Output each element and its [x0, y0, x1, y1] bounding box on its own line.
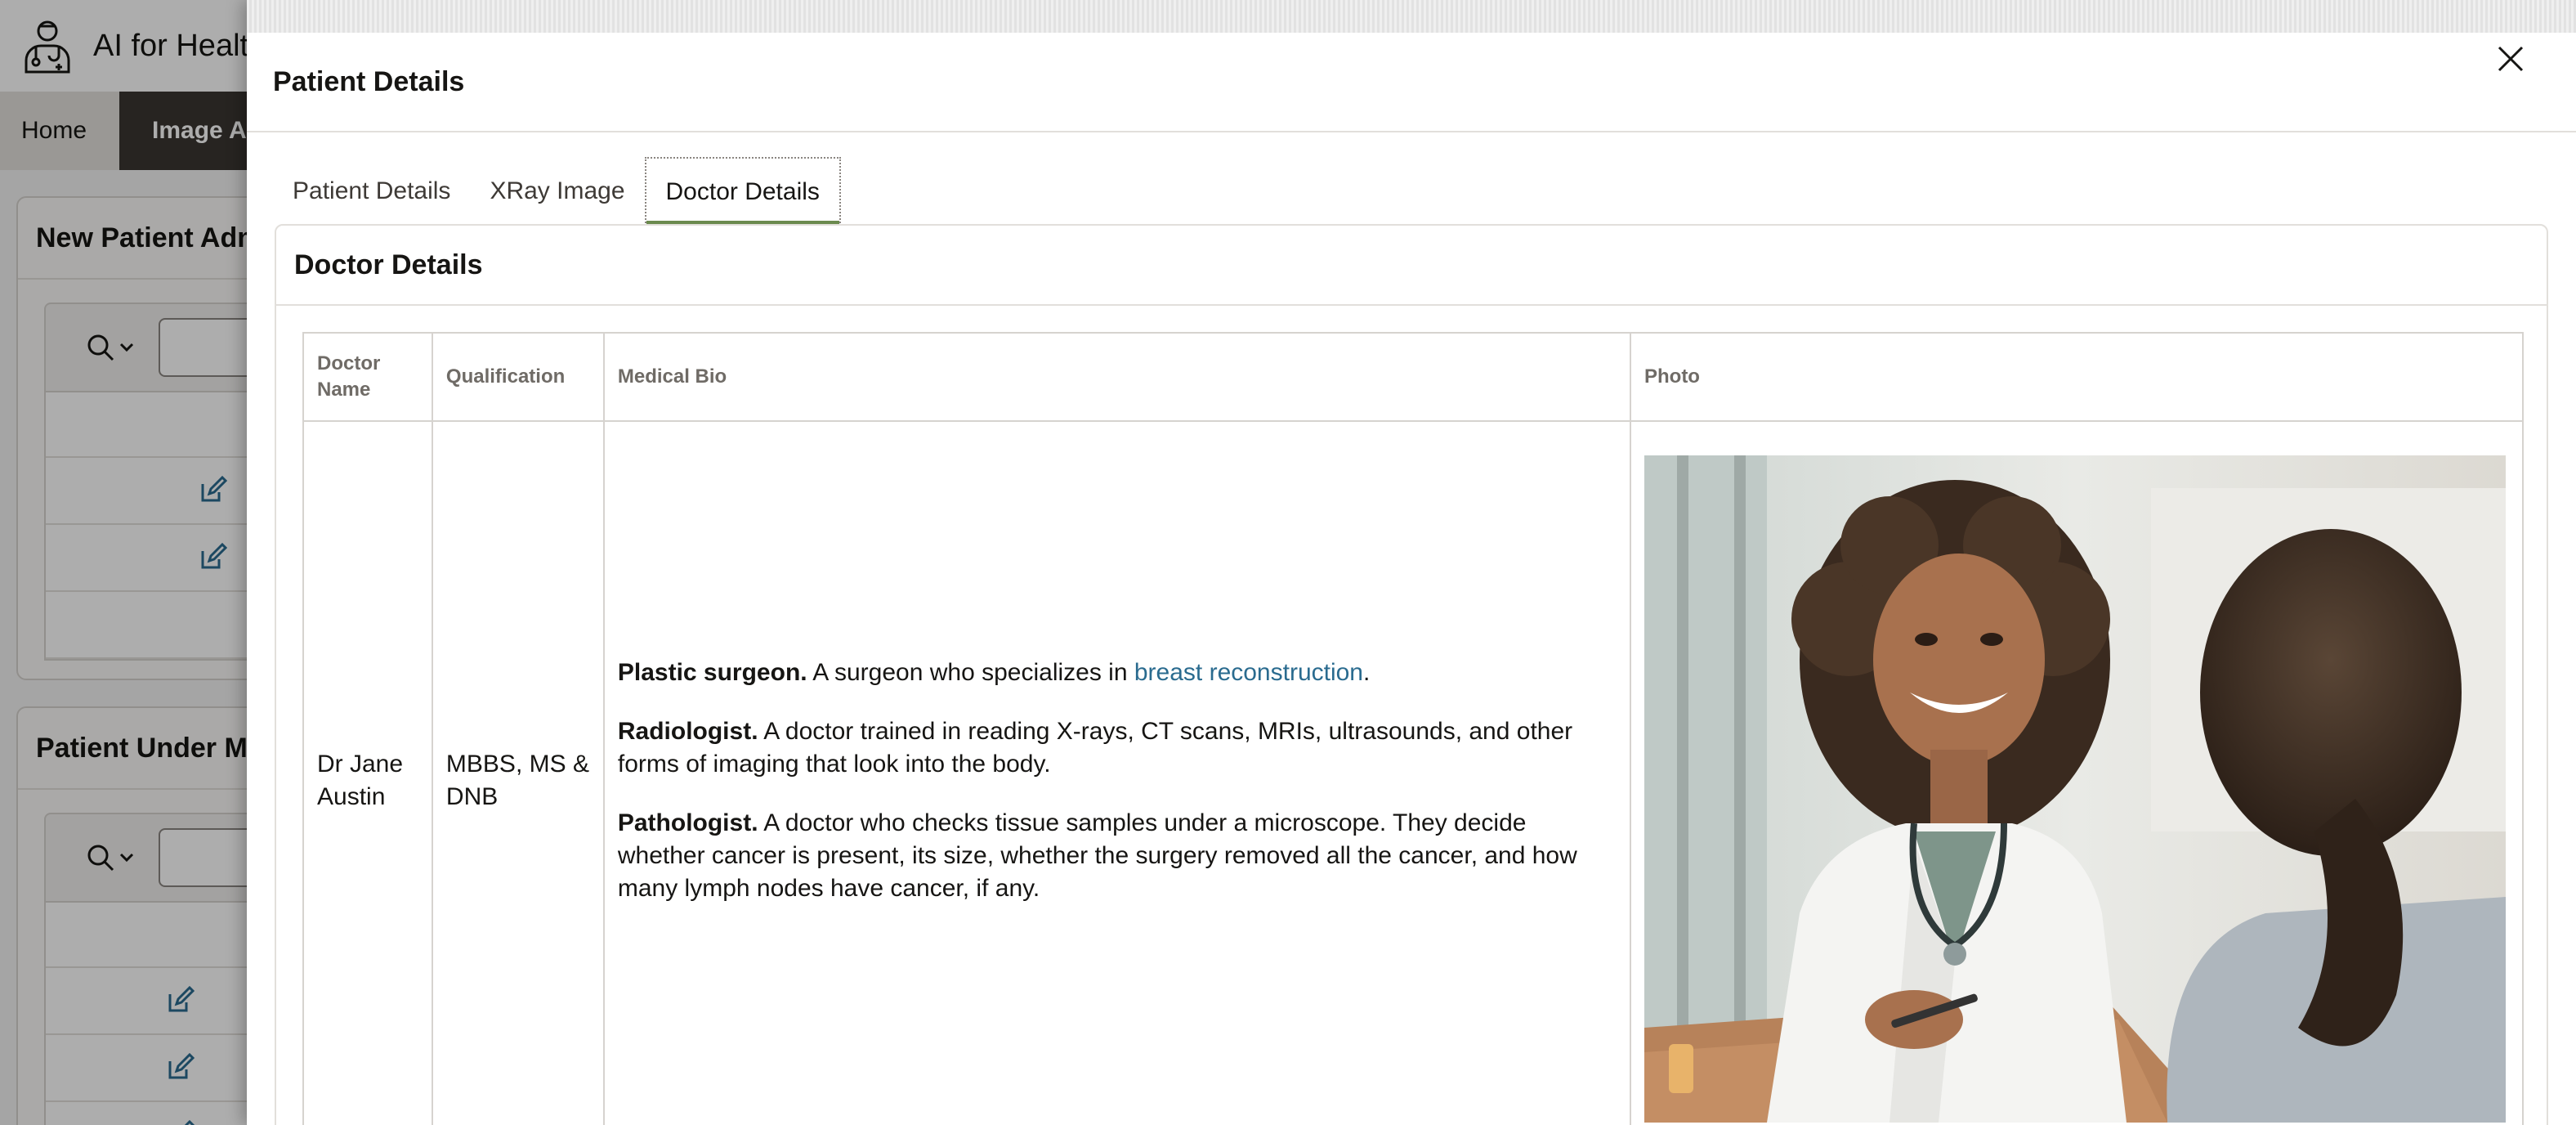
dialog-title: Patient Details — [273, 65, 465, 97]
column-header-photo[interactable]: Photo — [1629, 332, 2525, 422]
close-icon — [2498, 46, 2524, 72]
bio-text: A surgeon who specializes in — [807, 659, 1134, 686]
dialog-top-strip — [247, 0, 2576, 33]
photo-cell — [1629, 420, 2525, 1125]
doctor-name-cell: Dr Jane Austin — [302, 420, 433, 1125]
bio-term: Radiologist. — [617, 718, 758, 745]
table-row: Dr Jane Austin MBBS, MS & DNB Plastic su… — [302, 420, 2525, 1125]
bio-paragraph: Plastic surgeon. A surgeon who specializ… — [618, 657, 1617, 689]
column-header-medical-bio[interactable]: Medical Bio — [602, 332, 1631, 422]
column-header-doctor-name[interactable]: Doctor Name — [302, 332, 433, 422]
bio-paragraph: Radiologist. A doctor trained in reading… — [618, 715, 1617, 781]
card-title: Doctor Details — [276, 226, 2547, 306]
bio-text: . — [1363, 659, 1371, 686]
bio-paragraph: Pathologist. A doctor who checks tissue … — [618, 807, 1617, 905]
tab-patient-details[interactable]: Patient Details — [273, 157, 470, 226]
bio-text: A doctor trained in reading X-rays, CT s… — [617, 718, 1573, 778]
table-header-row: Doctor Name Qualification Medical Bio Ph… — [302, 332, 2525, 422]
bio-term: Pathologist. — [617, 809, 758, 836]
doctor-details-table: Doctor Name Qualification Medical Bio Ph… — [302, 332, 2525, 1125]
close-button[interactable] — [2484, 33, 2537, 85]
medical-bio-cell: Plastic surgeon. A surgeon who specializ… — [602, 420, 1631, 1125]
bio-term: Plastic surgeon. — [617, 659, 807, 686]
dialog-tabs: Patient Details XRay Image Doctor Detail… — [273, 157, 841, 226]
doctor-photo — [1644, 455, 2506, 1123]
tab-doctor-details[interactable]: Doctor Details — [644, 157, 841, 226]
patient-details-dialog: Patient Details Patient Details XRay Ima… — [247, 0, 2576, 1125]
breast-reconstruction-link[interactable]: breast reconstruction — [1134, 659, 1363, 686]
tab-xray-image[interactable]: XRay Image — [470, 157, 644, 226]
doctor-details-card: Doctor Details Doctor Name Qualification… — [275, 224, 2548, 1125]
dialog-header: Patient Details — [247, 33, 2576, 132]
qualification-cell: MBBS, MS & DNB — [431, 420, 605, 1125]
column-header-qualification[interactable]: Qualification — [431, 332, 605, 422]
bio-text: A doctor who checks tissue samples under… — [617, 809, 1577, 902]
doctor-photo-illustration — [1644, 455, 2506, 1123]
